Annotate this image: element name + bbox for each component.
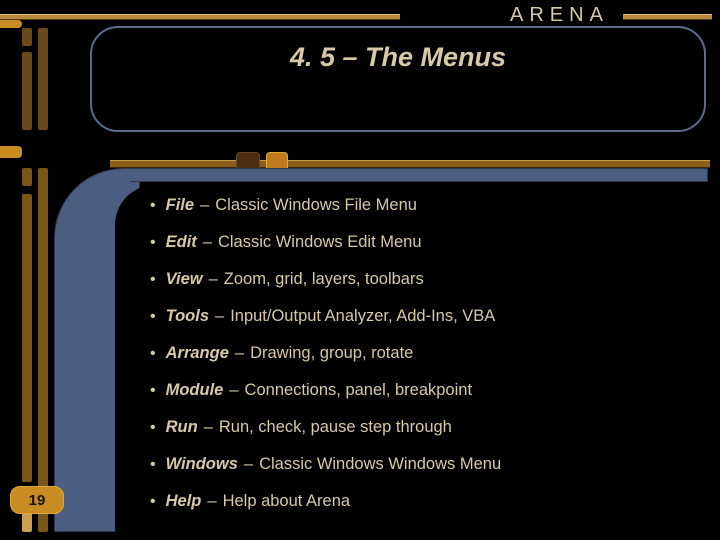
slide-title: 4. 5 – The Menus <box>290 42 506 73</box>
title-panel: 4. 5 – The Menus <box>90 26 706 132</box>
menu-name: Help <box>166 491 202 512</box>
menu-name: Run <box>166 417 198 438</box>
bullet-icon: • <box>150 270 156 290</box>
menu-name: File <box>166 195 194 216</box>
list-item: • Windows – Classic Windows Windows Menu <box>150 454 702 475</box>
menu-list: • File – Classic Windows File Menu • Edi… <box>150 195 702 528</box>
lcars-elbow-top <box>130 168 708 182</box>
menu-name: Tools <box>166 306 209 327</box>
menu-name: Module <box>166 380 224 401</box>
bullet-icon: • <box>150 455 156 475</box>
menu-name: Arrange <box>166 343 229 364</box>
menu-name: Windows <box>166 454 238 475</box>
list-item: • Module – Connections, panel, breakpoin… <box>150 380 702 401</box>
menu-desc: Classic Windows Windows Menu <box>259 454 501 475</box>
divider-row <box>0 138 720 172</box>
menu-desc: Zoom, grid, layers, toolbars <box>224 269 424 290</box>
list-item: • Arrange – Drawing, group, rotate <box>150 343 702 364</box>
header-rule-right <box>623 14 712 20</box>
bullet-icon: • <box>150 418 156 438</box>
header-bar: ARENA <box>0 8 720 26</box>
menu-desc: Classic Windows Edit Menu <box>218 232 422 253</box>
list-item: • Run – Run, check, pause step through <box>150 417 702 438</box>
list-item: • Help – Help about Arena <box>150 491 702 512</box>
menu-desc: Connections, panel, breakpoint <box>245 380 473 401</box>
bullet-icon: • <box>150 492 156 512</box>
menu-desc: Drawing, group, rotate <box>250 343 413 364</box>
menu-name: Edit <box>166 232 197 253</box>
menu-desc: Run, check, pause step through <box>219 417 452 438</box>
list-item: • Edit – Classic Windows Edit Menu <box>150 232 702 253</box>
lcars-elbow <box>54 168 140 532</box>
menu-desc: Classic Windows File Menu <box>215 195 417 216</box>
page-number-value: 19 <box>29 492 46 509</box>
menu-desc: Help about Arena <box>223 491 351 512</box>
list-item: • Tools – Input/Output Analyzer, Add-Ins… <box>150 306 702 327</box>
bullet-icon: • <box>150 196 156 216</box>
page-number: 19 <box>10 486 64 514</box>
bullet-icon: • <box>150 307 156 327</box>
brand-label: ARENA <box>510 4 609 27</box>
list-item: • View – Zoom, grid, layers, toolbars <box>150 269 702 290</box>
menu-name: View <box>166 269 203 290</box>
list-item: • File – Classic Windows File Menu <box>150 195 702 216</box>
menu-desc: Input/Output Analyzer, Add-Ins, VBA <box>230 306 495 327</box>
bullet-icon: • <box>150 233 156 253</box>
header-rule-left <box>0 14 400 20</box>
side-rails-title <box>22 28 72 130</box>
bullet-icon: • <box>150 381 156 401</box>
bullet-icon: • <box>150 344 156 364</box>
accent-stub-top <box>0 20 22 28</box>
